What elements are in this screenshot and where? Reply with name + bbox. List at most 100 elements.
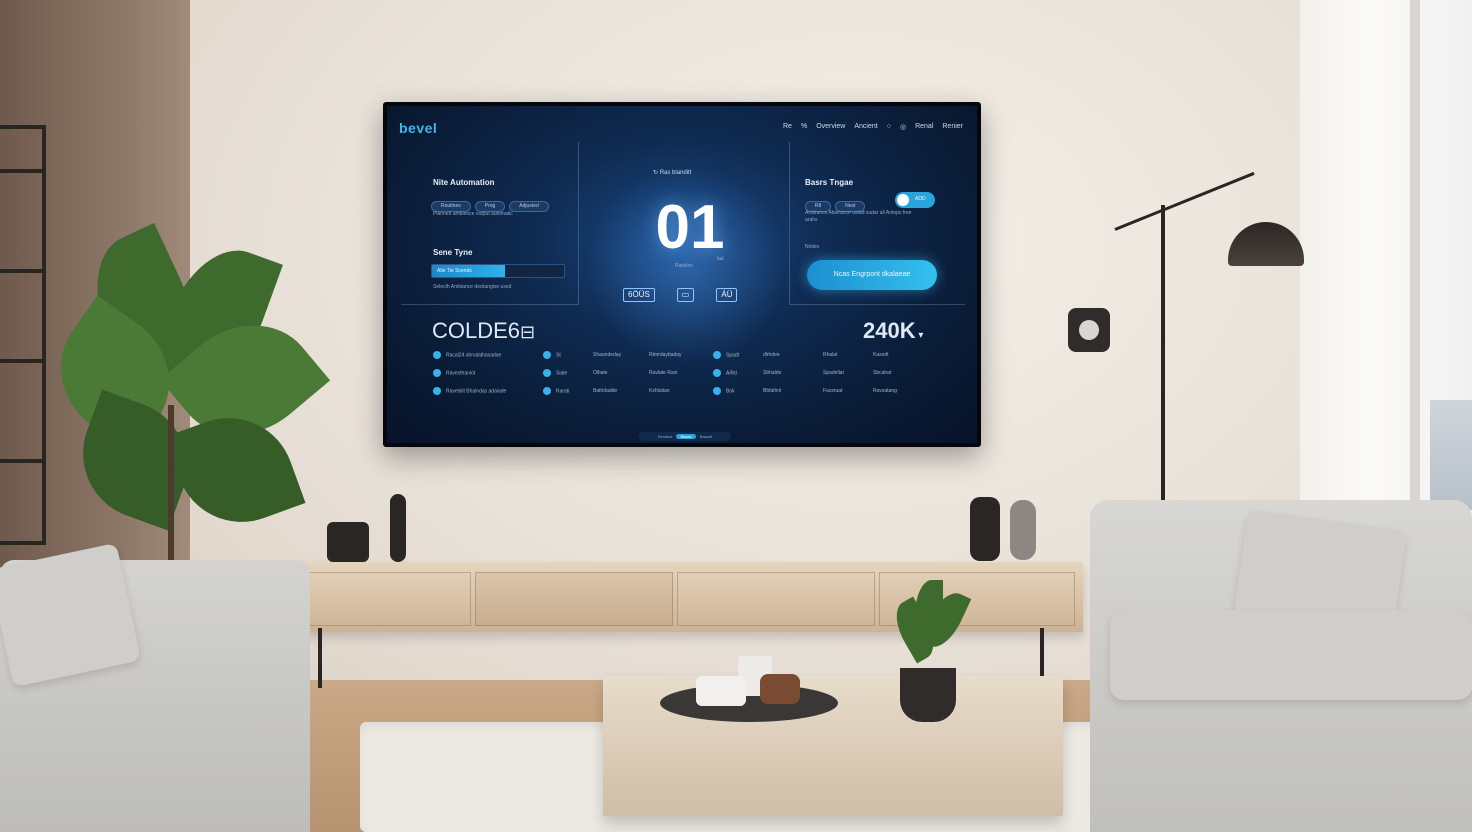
- list-cell: Olbale: [593, 370, 607, 376]
- status-dot-icon: [713, 351, 721, 359]
- dropdown-icon[interactable]: ▾: [916, 330, 923, 341]
- center-sub-b: bal: [717, 256, 724, 262]
- scene-note: Selecth Ambiance dedrangise used: [433, 284, 512, 290]
- nav-item[interactable]: ○: [887, 123, 891, 131]
- center-caption: ↻ Ras blanditt: [653, 170, 692, 176]
- status-dot-icon: [433, 369, 441, 377]
- list-cell: Sbhalde: [763, 370, 781, 376]
- list-cell: Kasodt: [873, 352, 889, 358]
- list-cell-text: Olbale: [593, 370, 608, 376]
- center-value: 01: [655, 193, 725, 262]
- sofa-seat: [1110, 610, 1472, 700]
- list-cell: St: [543, 351, 561, 359]
- control-button[interactable]: ÁÜ: [716, 288, 738, 302]
- primary-cta-button[interactable]: Ncas Engrpont dkalaeae: [807, 260, 937, 290]
- list-cell-text: St: [556, 352, 561, 359]
- list-cell: Ravsatang: [873, 388, 897, 394]
- list-cell-text: Ravelsilt Bhaindas adaiade: [446, 388, 507, 395]
- city-view: [1430, 400, 1472, 510]
- vase: [390, 494, 406, 562]
- control-button[interactable]: 6ÖÜS: [623, 288, 655, 302]
- nav-item[interactable]: Renier: [942, 123, 963, 131]
- list-item[interactable]: Ravelsilt Bhaindas adaiade Rarati Bathdadd…: [433, 382, 953, 400]
- nav-item[interactable]: %: [801, 123, 807, 131]
- tv-screen: bevel Re % Overview Ancient ○ ◎ Renal Re…: [387, 106, 977, 443]
- list-cell-text: Spadellat: [823, 370, 844, 376]
- brand-logo: bevel: [399, 120, 438, 136]
- status-dot-icon: [713, 369, 721, 377]
- list-cell: Bbfafinit: [763, 388, 781, 394]
- search-icon[interactable]: ◎: [900, 123, 906, 131]
- small-plant: [880, 580, 980, 670]
- list-cell: Bathdadde: [593, 388, 617, 394]
- list-cell-text: Bathdadde: [593, 388, 618, 394]
- list-cell: Spadellat: [823, 370, 844, 376]
- list-cell-text: Ravesthaniot: [446, 370, 476, 377]
- center-sub-a: Rainline: [675, 263, 694, 269]
- list-cell-text: AiRd: [726, 370, 737, 377]
- scene-title: Sene Tyne: [433, 248, 473, 257]
- list-cell-text: Bbfafinit: [763, 388, 782, 394]
- list-cell: Ravelsilt Bhaindas adaiade: [433, 387, 506, 395]
- list-cell: Racal24 ahnalathasadae: [433, 351, 501, 359]
- grid-icon: ⊟: [520, 322, 536, 342]
- list-item[interactable]: Racal24 ahnalathasadae St Shaundeday Rtmrda…: [433, 346, 953, 364]
- list-cell: dlrhdee: [763, 352, 780, 358]
- nav-item[interactable]: Re: [783, 123, 792, 131]
- status-dot-icon: [713, 387, 721, 395]
- list-cell-text: Rhalat: [823, 352, 838, 358]
- list-cell-text: Siale: [556, 370, 568, 377]
- scene-progress-fill: Alte Tie Scends: [432, 265, 505, 277]
- console-leg: [318, 628, 322, 688]
- ceramic-bowl: [760, 674, 800, 704]
- wall-tv: bevel Re % Overview Ancient ○ ◎ Renal Re…: [383, 102, 981, 447]
- console-drawer: [475, 572, 673, 626]
- ambiance-toggle[interactable]: ADD: [895, 192, 935, 208]
- list-cell: Bok: [713, 387, 735, 395]
- status-left: COLDE6⊟: [432, 318, 536, 343]
- list-cell-text: Sbhalde: [763, 370, 782, 376]
- refresh-icon: ↻: [653, 170, 660, 176]
- thermostat: [1068, 308, 1110, 352]
- right-title: Basrs Tngae: [805, 178, 854, 187]
- list-cell: Rarati: [543, 387, 569, 395]
- toggle-label: ADD: [915, 196, 926, 202]
- list-cell: Ravesthaniot: [433, 369, 475, 377]
- list-cell: Rtmrdaybaday: [649, 352, 682, 358]
- list-cell: Spadt: [713, 351, 739, 359]
- remote-device: [696, 676, 746, 706]
- status-dot-icon: [543, 369, 551, 377]
- list-cell-text: Rtmrdaybaday: [649, 352, 682, 358]
- list-cell: Siale: [543, 369, 567, 377]
- pager: Renaise Basee Basant: [639, 432, 731, 441]
- scene-progress[interactable]: Alte Tie Scends: [431, 264, 565, 278]
- console-drawer: [677, 572, 875, 626]
- list-cell-text: Ravsatang: [873, 388, 897, 394]
- pager-item[interactable]: Renaise: [658, 434, 673, 439]
- window-frame: [1410, 0, 1420, 520]
- potted-plant-left: [34, 223, 331, 605]
- list-cell-text: Ravlate Ravi: [649, 370, 678, 376]
- list-cell-text: Sbcalrat: [873, 370, 892, 376]
- list-cell-text: Kshlutian: [649, 388, 670, 394]
- nav-item[interactable]: Overview: [816, 123, 845, 131]
- automation-panel: Nite Automation Routines Prog Adjusted Pla…: [401, 142, 579, 305]
- pager-item[interactable]: Basant: [700, 434, 712, 439]
- top-nav: Re % Overview Ancient ○ ◎ Renal Renier: [783, 123, 963, 131]
- status-dot-icon: [543, 387, 551, 395]
- floor-lamp-pole: [1161, 205, 1165, 550]
- right-note: Ambiance Abierance ustad sudar all Antop…: [805, 210, 912, 223]
- automation-title: Nite Automation: [433, 178, 495, 187]
- list-cell-text: Fassruat: [823, 388, 843, 394]
- list-item[interactable]: Ravesthaniot Siale Olbale Ravlate Ravi AiRd S…: [433, 364, 953, 382]
- automation-pills: Routines Prog Adjusted: [431, 194, 553, 212]
- nav-item[interactable]: Ancient: [854, 123, 877, 131]
- list-cell-text: dlrhdee: [763, 352, 780, 358]
- list-cell: Fassruat: [823, 388, 842, 394]
- nav-item[interactable]: Renal: [915, 123, 933, 131]
- status-right: 240K ▾: [863, 318, 924, 343]
- center-controls: 6ÖÜS ▭ ÁÜ: [623, 288, 738, 302]
- screen-icon[interactable]: ▭: [676, 288, 695, 302]
- toggle-knob: [897, 194, 909, 206]
- pager-item-active[interactable]: Basee: [676, 434, 696, 439]
